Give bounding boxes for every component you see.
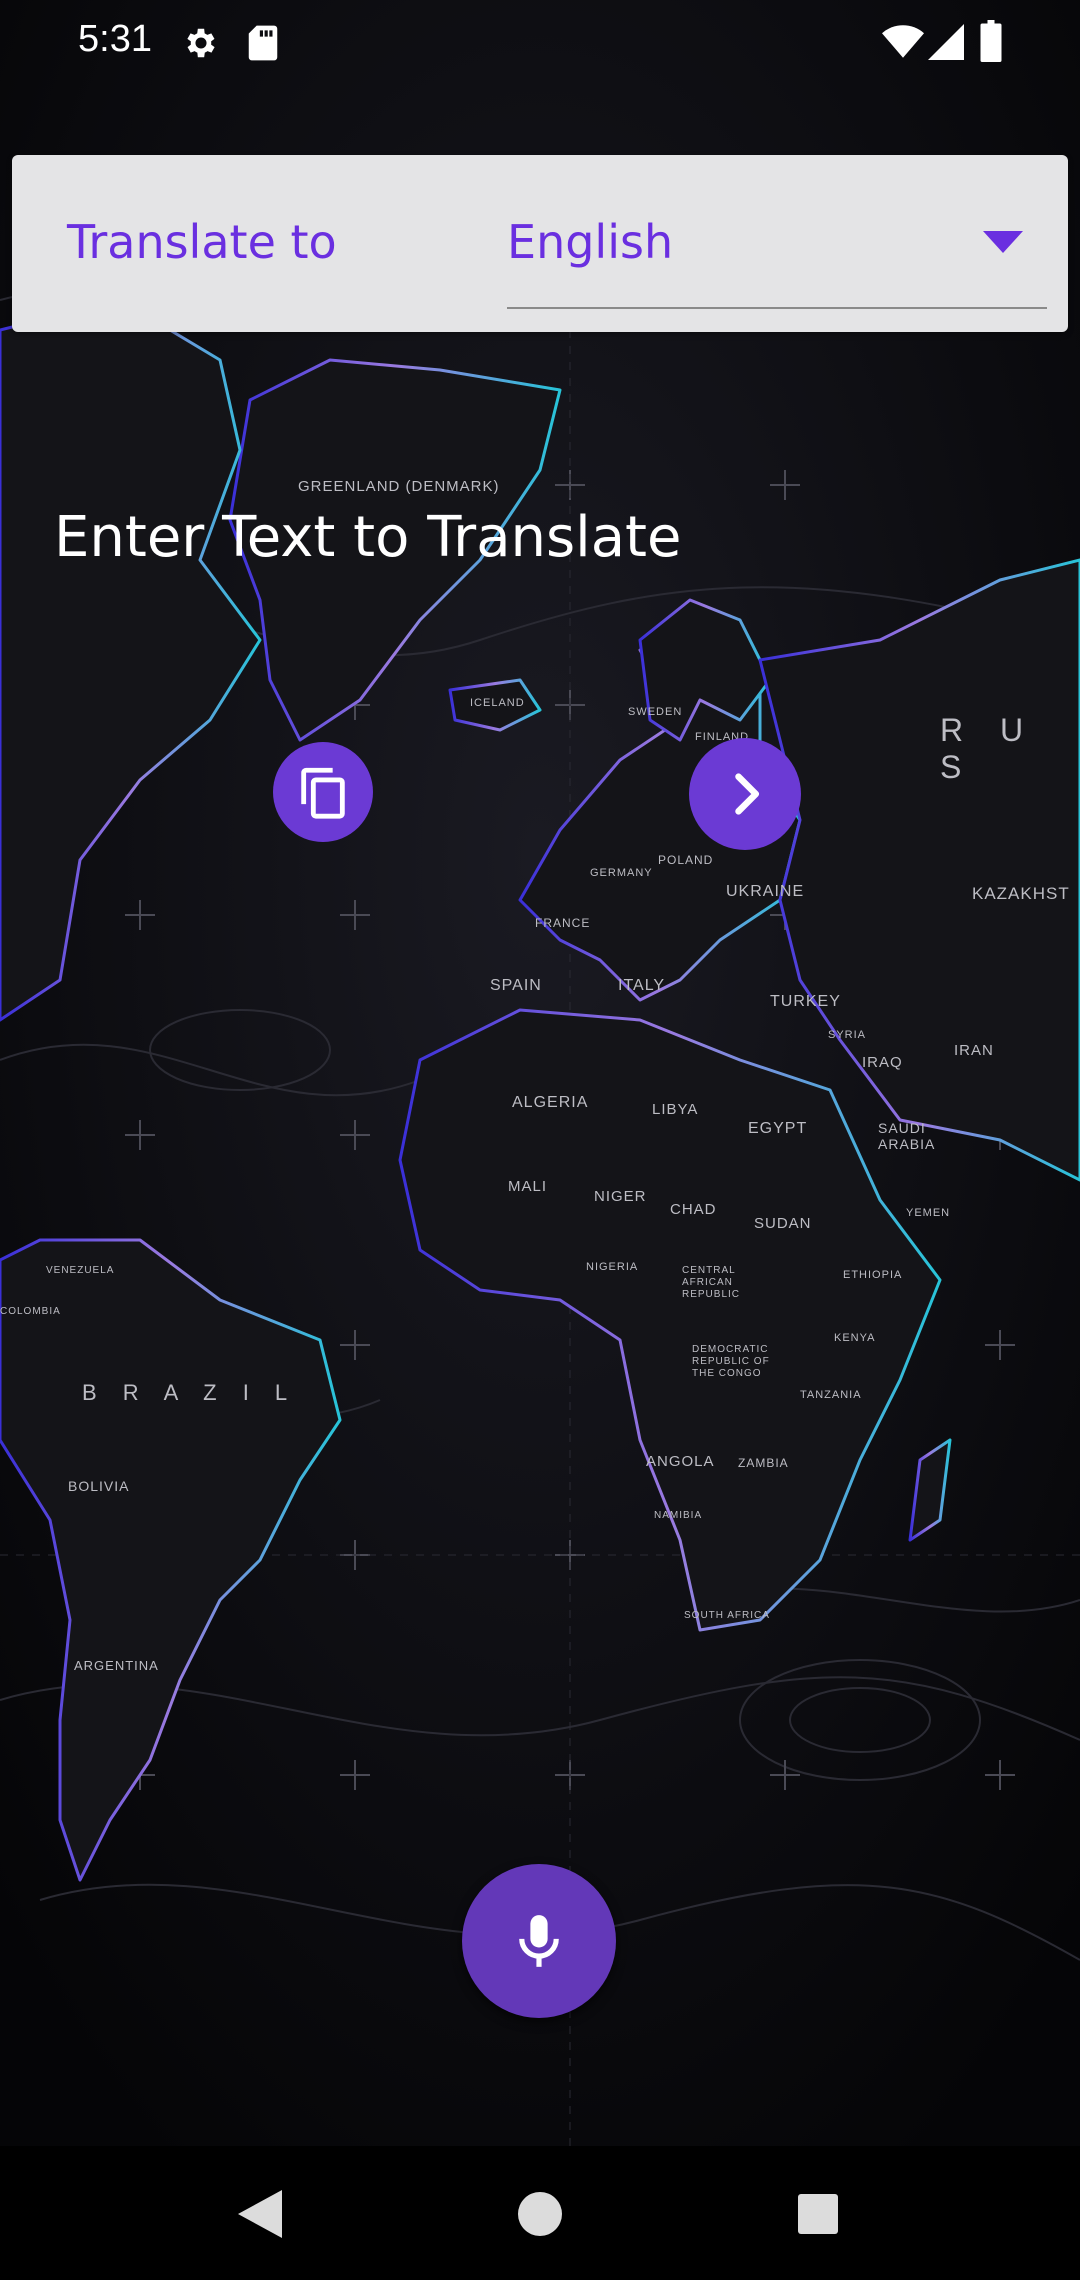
map-label-sudan: SUDAN	[754, 1215, 812, 1232]
map-label-drc: DEMOCRATIC REPUBLIC OF THE CONGO	[692, 1344, 770, 1379]
system-navigation-bar	[0, 2146, 1080, 2280]
map-label-south-africa: SOUTH AFRICA	[684, 1610, 770, 1621]
map-label-france: FRANCE	[535, 916, 591, 930]
settings-icon	[187, 28, 215, 58]
map-label-iran: IRAN	[954, 1042, 994, 1059]
screen: GREENLAND (DENMARK) ICELAND SWEDEN FINLA…	[0, 0, 1080, 2280]
selected-language: English	[507, 215, 674, 269]
translate-next-button[interactable]	[689, 738, 801, 850]
map-label-argentina: ARGENTINA	[74, 1658, 159, 1673]
map-label-syria: SYRIA	[828, 1029, 867, 1041]
map-label-italy: ITALY	[618, 977, 666, 994]
map-label-kazakhstan: KAZAKHST	[972, 884, 1070, 903]
map-label-nigeria: NIGERIA	[586, 1261, 639, 1273]
map-label-namibia: NAMIBIA	[654, 1510, 703, 1521]
map-label-venezuela: VENEZUELA	[46, 1265, 115, 1276]
map-label-zambia: ZAMBIA	[738, 1456, 789, 1470]
map-label-saudi: SAUDI ARABIA	[878, 1120, 936, 1152]
map-label-bolivia: BOLIVIA	[68, 1478, 130, 1494]
map-label-algeria: ALGERIA	[512, 1094, 589, 1111]
translate-target-bar: Translate to English	[12, 155, 1068, 332]
map-label-ethiopia: ETHIOPIA	[843, 1269, 903, 1281]
sd-card-icon	[248, 25, 278, 61]
mic-icon	[519, 1915, 559, 1967]
back-icon[interactable]	[238, 2190, 282, 2238]
microphone-button[interactable]	[462, 1864, 616, 2018]
map-label-tanzania: TANZANIA	[800, 1389, 862, 1401]
copy-icon	[301, 767, 345, 819]
status-time: 5:31	[78, 18, 152, 60]
map-label-chad: CHAD	[670, 1201, 717, 1218]
language-dropdown[interactable]: English	[507, 195, 1047, 309]
map-label-spain: SPAIN	[490, 977, 542, 994]
translate-to-label: Translate to	[67, 215, 337, 269]
map-label-ukraine: UKRAINE	[726, 883, 805, 900]
map-label-iceland: ICELAND	[470, 697, 525, 709]
map-label-yemen: YEMEN	[906, 1207, 951, 1219]
map-label-kenya: KENYA	[834, 1332, 876, 1344]
map-label-russia: R U S	[940, 712, 1038, 785]
wifi-icon	[882, 25, 924, 58]
map-label-niger: NIGER	[594, 1188, 647, 1205]
battery-icon	[980, 20, 1002, 62]
map-label-iraq: IRAQ	[862, 1054, 903, 1071]
map-label-poland: POLAND	[658, 853, 714, 867]
map-label-libya: LIBYA	[652, 1101, 699, 1118]
map-label-angola: ANGOLA	[646, 1453, 715, 1470]
text-input-placeholder[interactable]: Enter Text to Translate	[54, 505, 681, 570]
map-label-egypt: EGYPT	[748, 1120, 808, 1137]
status-bar: 5:31	[0, 0, 1080, 88]
map-label-brazil: B R A Z I L	[82, 1380, 298, 1405]
map-label-colombia: COLOMBIA	[0, 1306, 61, 1317]
map-label-sweden: SWEDEN	[628, 706, 683, 718]
map-label-germany: GERMANY	[590, 867, 653, 879]
cellular-icon	[928, 24, 964, 60]
recents-icon[interactable]	[798, 2194, 838, 2234]
map-label-car: CENTRAL AFRICAN REPUBLIC	[682, 1265, 741, 1300]
copy-button[interactable]	[273, 742, 373, 842]
map-label-greenland: GREENLAND (DENMARK)	[298, 478, 500, 495]
map-label-turkey: TURKEY	[770, 993, 841, 1010]
home-icon[interactable]	[518, 2192, 562, 2236]
map-label-mali: MALI	[508, 1178, 548, 1195]
dropdown-arrow-icon	[983, 231, 1023, 253]
chevron-right-icon	[735, 773, 760, 815]
